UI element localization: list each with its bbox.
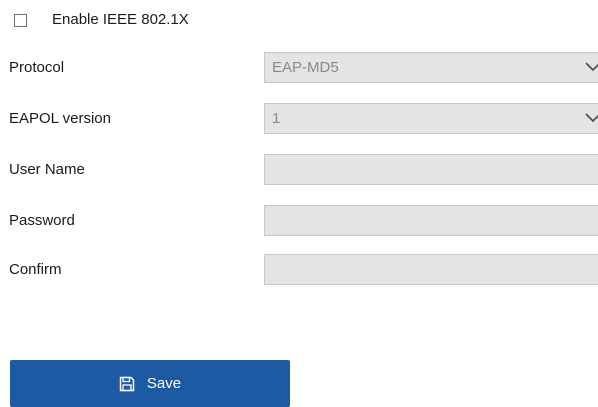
protocol-select[interactable]: EAP-MD5	[264, 52, 598, 83]
password-label: Password	[9, 212, 75, 229]
confirm-row: Confirm	[9, 254, 598, 285]
save-button[interactable]: Save	[10, 360, 290, 407]
chevron-down-icon	[585, 62, 598, 72]
password-input[interactable]	[264, 205, 598, 236]
password-row: Password	[9, 205, 598, 236]
protocol-label: Protocol	[9, 59, 65, 76]
ieee8021x-settings-form: Enable IEEE 802.1X Protocol EAP-MD5 EAPO…	[0, 0, 598, 407]
confirm-password-input[interactable]	[264, 254, 598, 285]
user-name-label: User Name	[9, 161, 85, 178]
eapol-version-select[interactable]: 1	[264, 103, 598, 134]
user-name-row: User Name	[9, 154, 598, 185]
enable-ieee8021x-label: Enable IEEE 802.1X	[52, 10, 189, 28]
floppy-disk-icon	[119, 376, 135, 391]
protocol-row: Protocol EAP-MD5	[9, 52, 598, 83]
enable-ieee8021x-row: Enable IEEE 802.1X	[14, 8, 189, 30]
save-button-label: Save	[146, 375, 182, 392]
protocol-selected-value: EAP-MD5	[272, 59, 339, 76]
user-name-input[interactable]	[264, 154, 598, 185]
eapol-version-selected-value: 1	[272, 110, 281, 127]
eapol-version-label: EAPOL version	[9, 110, 111, 127]
chevron-down-icon	[585, 113, 598, 123]
eapol-version-row: EAPOL version 1	[9, 103, 598, 134]
enable-ieee8021x-checkbox[interactable]	[14, 13, 27, 27]
confirm-label: Confirm	[9, 261, 62, 278]
